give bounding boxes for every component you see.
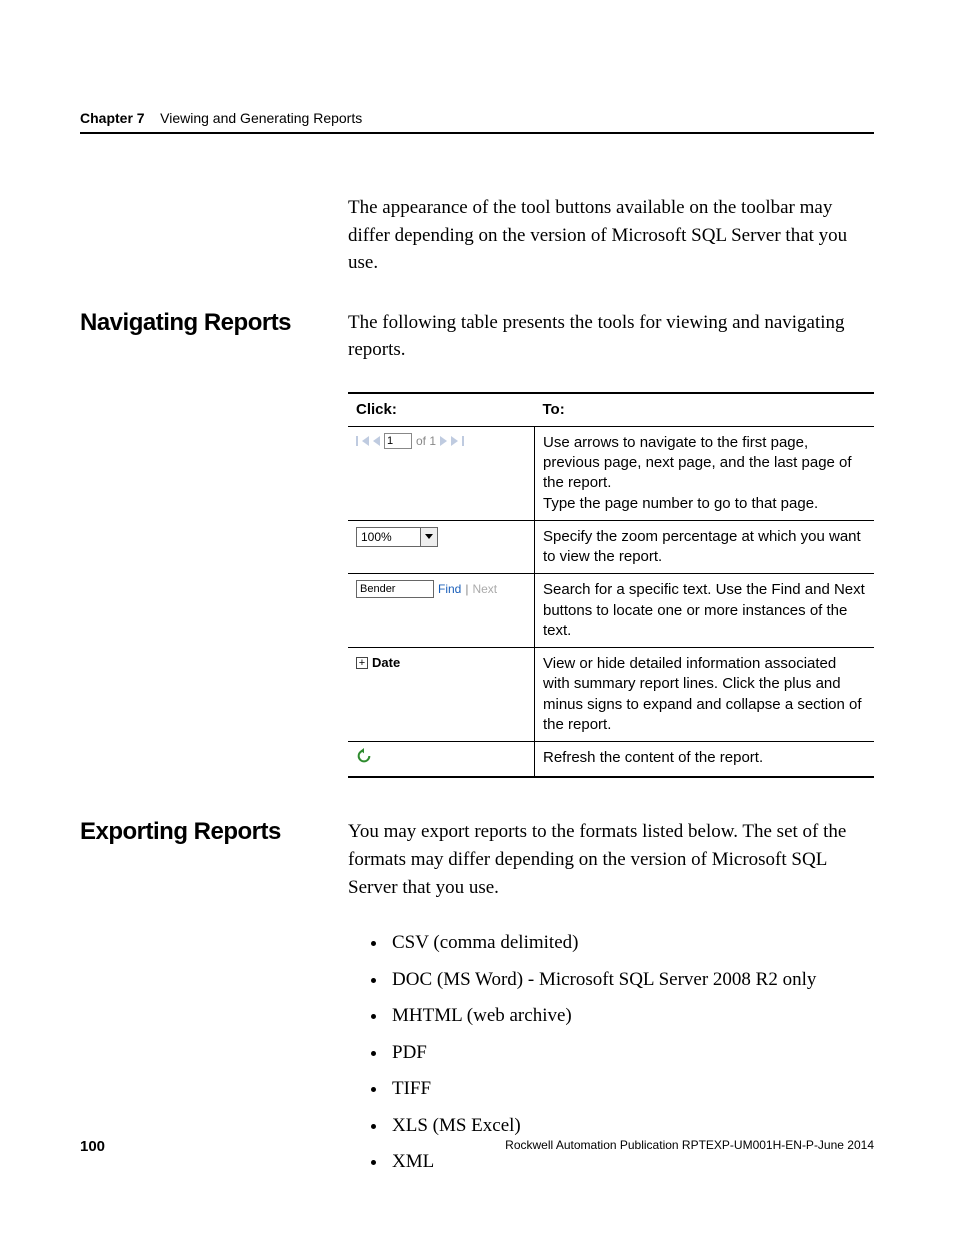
refresh-icon[interactable] xyxy=(356,748,372,764)
page-footer: 100 Rockwell Automation Publication RPTE… xyxy=(80,1138,874,1155)
expand-label: Date xyxy=(372,654,400,672)
search-input[interactable] xyxy=(356,580,434,598)
list-item: DOC (MS Word) - Microsoft SQL Server 200… xyxy=(388,966,874,995)
chapter-number: Chapter 7 xyxy=(80,110,145,126)
next-page-icon[interactable] xyxy=(440,436,447,446)
col-click: Click: xyxy=(348,393,535,427)
find-button[interactable]: Find xyxy=(438,581,461,597)
table-row: Find | Next Search for a specific text. … xyxy=(348,574,874,648)
list-item: TIFF xyxy=(388,1075,874,1104)
chevron-down-icon[interactable] xyxy=(420,528,437,546)
heading-exporting-reports: Exporting Reports xyxy=(80,818,330,846)
row-desc: Refresh the content of the report. xyxy=(535,742,875,778)
list-item: CSV (comma delimited) xyxy=(388,929,874,958)
first-page-icon[interactable] xyxy=(356,436,358,446)
nav-tools-table: Click: To: of 1 xyxy=(348,392,874,779)
running-head: Chapter 7 Viewing and Generating Reports xyxy=(80,110,874,126)
last-page-icon[interactable] xyxy=(462,436,464,446)
section-exporting-reports: Exporting Reports You may export reports… xyxy=(348,818,874,1176)
search-widget: Find | Next xyxy=(356,580,526,598)
list-item: XLS (MS Excel) xyxy=(388,1112,874,1141)
table-row: Refresh the content of the report. xyxy=(348,742,874,778)
separator: | xyxy=(465,581,468,597)
plus-icon[interactable]: + xyxy=(356,657,368,669)
first-page-icon-arrow[interactable] xyxy=(362,436,369,446)
expand-collapse-widget[interactable]: + Date xyxy=(356,654,526,672)
page-number-input[interactable] xyxy=(384,433,412,449)
table-row: of 1 Use arrows to navigate to the first… xyxy=(348,426,874,520)
zoom-value: 100% xyxy=(357,529,420,545)
publication-id: Rockwell Automation Publication RPTEXP-U… xyxy=(505,1138,874,1155)
section-navigating-reports: Navigating Reports The following table p… xyxy=(348,309,874,779)
chapter-title: Viewing and Generating Reports xyxy=(160,110,362,126)
table-row: 100% Specify the zoom percentage at whic… xyxy=(348,520,874,574)
nav-lead-paragraph: The following table presents the tools f… xyxy=(348,309,874,364)
table-row: + Date View or hide detailed information… xyxy=(348,648,874,742)
last-page-icon-arrow[interactable] xyxy=(451,436,458,446)
col-to: To: xyxy=(535,393,875,427)
header-rule xyxy=(80,132,874,134)
prev-page-icon[interactable] xyxy=(373,436,380,446)
page-nav-widget: of 1 xyxy=(356,433,526,449)
row-desc: Search for a specific text. Use the Find… xyxy=(535,574,875,648)
heading-navigating-reports: Navigating Reports xyxy=(80,309,330,337)
next-button[interactable]: Next xyxy=(472,581,497,597)
row-desc: Specify the zoom percentage at which you… xyxy=(535,520,875,574)
page-total-label: of 1 xyxy=(416,433,436,449)
list-item: MHTML (web archive) xyxy=(388,1002,874,1031)
list-item: PDF xyxy=(388,1039,874,1068)
row-desc: Use arrows to navigate to the first page… xyxy=(535,426,875,520)
page-number: 100 xyxy=(80,1138,105,1155)
row-desc: View or hide detailed information associ… xyxy=(535,648,875,742)
export-lead-paragraph: You may export reports to the formats li… xyxy=(348,818,874,901)
zoom-dropdown[interactable]: 100% xyxy=(356,527,438,547)
intro-paragraph: The appearance of the tool buttons avail… xyxy=(348,194,874,277)
